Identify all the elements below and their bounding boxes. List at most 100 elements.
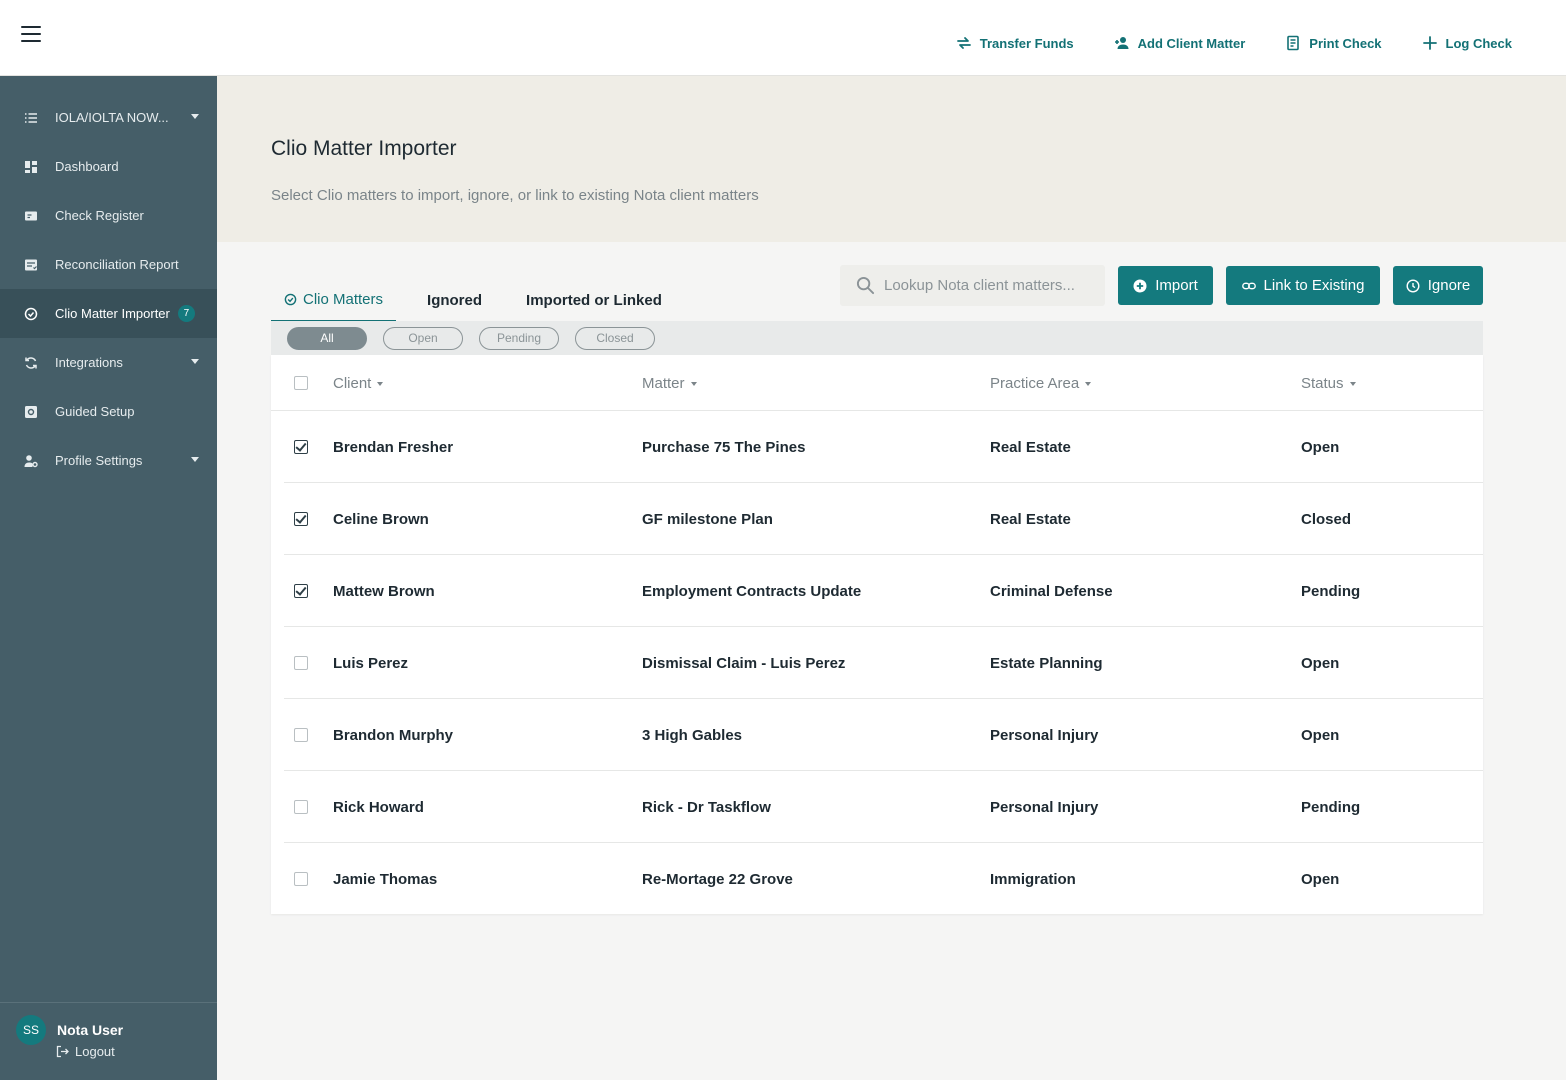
sidebar-item-clio-matter-importer[interactable]: Clio Matter Importer 7 [0, 289, 217, 338]
cell-client: Mattew Brown [333, 583, 435, 600]
column-header-client[interactable]: Client [333, 375, 384, 392]
sidebar-item-label: Reconciliation Report [55, 257, 179, 272]
import-button[interactable]: Import [1118, 266, 1213, 305]
sidebar-item-profile-settings[interactable]: Profile Settings [0, 436, 217, 485]
avatar[interactable]: SS [16, 1015, 46, 1045]
search-box[interactable] [840, 265, 1105, 306]
search-icon [856, 276, 875, 295]
ignore-button[interactable]: Ignore [1393, 266, 1483, 305]
plus-icon [1422, 36, 1437, 50]
report-icon [24, 258, 38, 272]
sort-icon [1085, 381, 1092, 386]
logout-label: Logout [75, 1044, 115, 1059]
sort-icon [377, 381, 384, 386]
sort-icon [1349, 381, 1356, 386]
cell-area: Estate Planning [990, 655, 1103, 672]
user-panel: SS Nota User Logout [0, 1002, 217, 1080]
cell-status: Pending [1301, 583, 1361, 600]
check-circle-icon [24, 307, 38, 321]
sidebar-item-reconciliation-report[interactable]: Reconciliation Report [0, 240, 217, 289]
cell-matter: Dismissal Claim - Luis Perez [642, 655, 846, 672]
row-checkbox[interactable] [294, 584, 308, 598]
column-header-matter[interactable]: Matter [642, 375, 697, 392]
cell-status: Open [1301, 439, 1340, 456]
cell-client: Jamie Thomas [333, 871, 438, 888]
filter-open[interactable]: Open [383, 326, 463, 350]
cell-matter: Rick - Dr Taskflow [642, 799, 771, 816]
transfer-funds-label: Transfer Funds [979, 35, 1074, 51]
add-client-matter-button[interactable]: Add Client Matter [1114, 35, 1246, 51]
row-checkbox[interactable] [294, 728, 308, 742]
table-header: Client Matter Practice Area Status [271, 355, 1483, 411]
print-check-button[interactable]: Print Check [1285, 35, 1382, 51]
cell-area: Personal Injury [990, 727, 1099, 744]
top-actions: Transfer Funds Add Client Matter Print C… [916, 0, 1512, 86]
import-label: Import [1155, 277, 1198, 294]
cell-matter: GF milestone Plan [642, 511, 773, 528]
logout-link[interactable]: Logout [56, 1044, 115, 1059]
table-row[interactable]: Brandon Murphy 3 High Gables Personal Inju… [284, 699, 1483, 771]
table-row[interactable]: Rick Howard Rick - Dr Taskflow Personal In… [284, 771, 1483, 843]
tab-label: Imported or Linked [526, 291, 662, 309]
row-checkbox[interactable] [294, 800, 308, 814]
link-to-existing-button[interactable]: Link to Existing [1226, 266, 1380, 305]
table-row[interactable]: Celine Brown GF milestone Plan Real Estate… [284, 483, 1483, 555]
sidebar-item-label: Clio Matter Importer [55, 306, 170, 321]
add-user-icon [1114, 37, 1129, 49]
log-check-button[interactable]: Log Check [1422, 35, 1512, 51]
table-row[interactable]: Brendan Fresher Purchase 75 The Pines Real… [284, 411, 1483, 483]
column-header-practice-area[interactable]: Practice Area [990, 375, 1092, 392]
tab-clio-matters[interactable]: Clio Matters [271, 278, 397, 322]
cell-client: Luis Perez [333, 655, 409, 672]
row-checkbox[interactable] [294, 512, 308, 526]
sidebar-item-label: Profile Settings [55, 453, 143, 468]
filter-closed[interactable]: Closed [575, 326, 655, 350]
column-header-status[interactable]: Status [1301, 375, 1356, 392]
sidebar-item-dashboard[interactable]: Dashboard [0, 142, 217, 191]
sidebar-item-account-select[interactable]: IOLA/IOLTA NOW... [0, 93, 217, 142]
hamburger-menu-icon[interactable] [21, 26, 41, 42]
column-label: Matter [642, 375, 685, 392]
tab-imported-or-linked[interactable]: Imported or Linked [513, 278, 675, 322]
sidebar-item-integrations[interactable]: Integrations [0, 338, 217, 387]
sidebar-item-check-register[interactable]: Check Register [0, 191, 217, 240]
cell-matter: Employment Contracts Update [642, 583, 862, 600]
cell-area: Real Estate [990, 511, 1071, 528]
sidebar-item-guided-setup[interactable]: Guided Setup [0, 387, 217, 436]
table-row[interactable]: Jamie Thomas Re-Mortage 22 Grove Immigrati… [284, 843, 1483, 915]
cell-area: Criminal Defense [990, 583, 1113, 600]
cell-matter: Purchase 75 The Pines [642, 439, 806, 456]
user-settings-icon [24, 454, 38, 468]
cell-client: Brendan Fresher [333, 439, 454, 456]
sidebar: IOLA/IOLTA NOW... Dashboard Check Regist… [0, 76, 217, 1080]
cell-client: Celine Brown [333, 511, 429, 528]
sidebar-item-label: Dashboard [55, 159, 119, 174]
table-row[interactable]: Mattew Brown Employment Contracts Update C… [284, 555, 1483, 627]
tab-label: Ignored [427, 291, 483, 309]
row-checkbox[interactable] [294, 872, 308, 886]
cell-client: Brandon Murphy [333, 727, 453, 744]
filter-pending[interactable]: Pending [479, 326, 559, 350]
add-client-matter-label: Add Client Matter [1137, 35, 1246, 51]
log-check-label: Log Check [1445, 35, 1512, 51]
transfer-icon [956, 37, 971, 49]
search-input[interactable] [884, 277, 1094, 294]
column-label: Client [333, 375, 372, 392]
check-circle-icon [284, 293, 297, 305]
sync-icon [24, 356, 38, 370]
chevron-down-icon [191, 457, 199, 462]
logout-icon [56, 1045, 69, 1058]
select-all-checkbox[interactable] [294, 376, 308, 390]
row-checkbox[interactable] [294, 440, 308, 454]
cell-status: Open [1301, 871, 1340, 888]
transfer-funds-button[interactable]: Transfer Funds [956, 35, 1074, 51]
setup-icon [24, 405, 38, 419]
print-check-label: Print Check [1309, 35, 1382, 51]
tab-ignored[interactable]: Ignored [414, 278, 495, 322]
sidebar-item-label: Integrations [55, 355, 123, 370]
filter-all[interactable]: All [287, 326, 367, 350]
chevron-down-icon [191, 114, 199, 119]
table-row[interactable]: Luis Perez Dismissal Claim - Luis Perez Es… [284, 627, 1483, 699]
row-checkbox[interactable] [294, 656, 308, 670]
tab-label: Clio Matters [303, 290, 384, 308]
